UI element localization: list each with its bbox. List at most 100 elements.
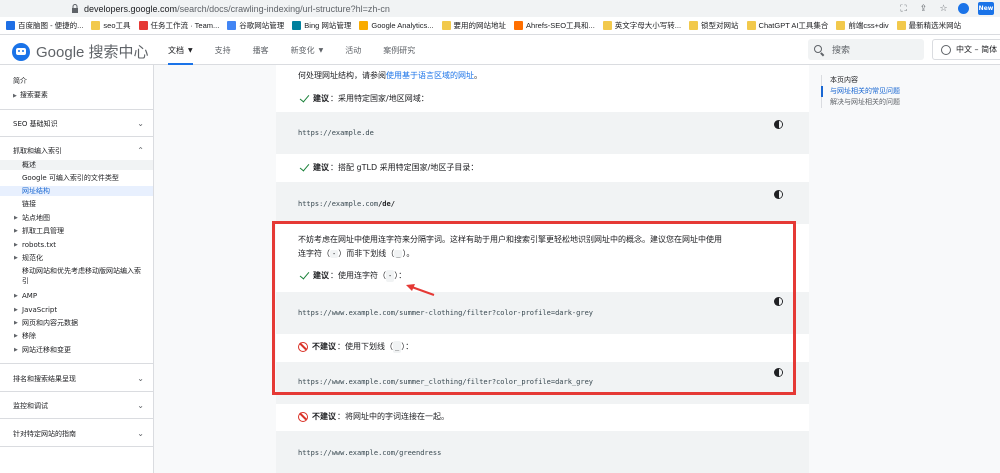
sidebar-subitem-label: 概述 xyxy=(22,161,36,169)
recommend-line-1: 建议 ：采用特定国家/地区网域： xyxy=(298,93,429,105)
language-selector[interactable]: 中文 – 简体 xyxy=(932,39,1000,60)
code-block-5: https://www.example.com/greendress xyxy=(276,431,809,473)
toc-item[interactable]: 解决与网址相关的问题 xyxy=(830,97,981,108)
logo-text: Google 搜索中心 xyxy=(36,44,149,61)
search-icon xyxy=(814,44,824,55)
bookmark-label: 百度脑图 - 便捷的... xyxy=(18,21,84,30)
sidebar-subitem-label: 抓取工具管理 xyxy=(22,227,64,235)
extension-icon[interactable] xyxy=(958,3,969,14)
code-text: https://example.de xyxy=(298,129,374,137)
bookmark-icon xyxy=(836,21,846,30)
toc-item[interactable]: 与网址相关的常见问题 xyxy=(821,86,981,97)
divider xyxy=(0,446,153,447)
sidebar-subitem[interactable]: ▶ 站点地图 xyxy=(0,213,153,223)
bookmark-label: 最新精选米网站 xyxy=(908,21,962,30)
bookmark-label: 英文字母大小写转... xyxy=(614,21,682,30)
bookmark-label: seo工具 xyxy=(103,21,131,30)
sidebar-subitem[interactable]: ▶ 移除 xyxy=(0,331,153,341)
nav-item[interactable]: 新变化 ▼ xyxy=(291,35,324,65)
url-text[interactable]: developers.google.com/search/docs/crawli… xyxy=(84,4,390,14)
sidebar-subitem[interactable]: ▶ JavaScript xyxy=(0,305,153,315)
sidebar-subitem[interactable]: 移动网站和优先考虑移动版网站编入索 xyxy=(0,266,153,276)
sidebar-subitem[interactable]: 引 xyxy=(0,276,153,286)
bookmark-item[interactable]: Ahrefs-SEO工具和... xyxy=(514,20,595,31)
sidebar-subitem[interactable]: 概述 xyxy=(0,160,153,170)
expand-triangle-icon: ▶ xyxy=(14,215,18,221)
sidebar-subitem-label: robots.txt xyxy=(22,241,56,249)
search-input[interactable]: 搜索 xyxy=(808,39,924,60)
bookmark-item[interactable]: 英文字母大小写转... xyxy=(602,20,682,31)
bookmark-item[interactable]: ChatGPT AI工具集合 xyxy=(746,20,828,31)
sidebar-subitem[interactable]: ▶ robots.txt xyxy=(0,240,153,250)
star-icon[interactable]: ☆ xyxy=(938,3,949,14)
bookmark-icon xyxy=(689,21,699,30)
locale-urls-link[interactable]: 使用基于语言区域的网址 xyxy=(386,71,474,80)
nav-item[interactable]: 案例研究 xyxy=(383,35,415,65)
bookmark-item[interactable]: Bing 网站管理 xyxy=(292,20,351,31)
divider xyxy=(0,136,153,137)
sidebar-section-site-specific[interactable]: 针对特定网站的指南 ⌄ xyxy=(0,429,153,439)
sidebar-subitem[interactable]: 链接 xyxy=(0,199,153,209)
bookmark-label: Ahrefs-SEO工具和... xyxy=(526,21,595,30)
bookmark-item[interactable]: 要用的网站地址 xyxy=(441,20,506,31)
sidebar-subitem-label: 移动网站和优先考虑移动版网站编入索 xyxy=(22,267,141,275)
bookmark-icon xyxy=(227,21,237,30)
bookmark-item[interactable]: seo工具 xyxy=(91,20,131,31)
bookmark-item[interactable]: 任务工作流 · Team... xyxy=(138,20,219,31)
lock-icon[interactable] xyxy=(70,4,80,14)
left-sidebar: 简介 ▶ 搜索要素 SEO 基础知识 ⌄ 抓取和编入索引 ⌃ 排名和搜索结果呈现 ⌄ 监… xyxy=(0,65,154,473)
search-central-logo-icon xyxy=(12,42,30,61)
nav-item[interactable]: 支持 xyxy=(215,35,231,65)
sidebar-section-crawling-indexing[interactable]: 抓取和编入索引 ⌃ xyxy=(0,146,153,156)
section-label: 排名和搜索结果呈现 xyxy=(13,375,76,383)
theme-toggle-icon[interactable] xyxy=(774,190,783,199)
code-block-2: https://example.com/de/ xyxy=(276,182,809,224)
address-bar[interactable]: developers.google.com/search/docs/crawli… xyxy=(0,0,1000,17)
sidebar-subitem[interactable]: ▶ AMP xyxy=(0,291,153,301)
bookmark-item[interactable]: 百度脑图 - 便捷的... xyxy=(6,20,83,31)
bookmark-label: Google Analytics... xyxy=(371,21,434,30)
sidebar-subitem[interactable]: ▶ 网站迁移和变更 xyxy=(0,345,153,355)
toc-title: 本页内容 xyxy=(830,76,858,84)
bookmark-icon xyxy=(6,21,15,30)
not-recommend-line-2: 不建议 ：将网址中的字词连接在一起。 xyxy=(298,411,449,423)
sidebar-section-seo-basics[interactable]: SEO 基础知识 ⌄ xyxy=(0,119,153,129)
nav-label: 案例研究 xyxy=(383,45,416,55)
sidebar-section-monitoring[interactable]: 监控和调试 ⌄ xyxy=(0,401,153,411)
new-badge[interactable]: New xyxy=(978,2,994,15)
translate-icon[interactable]: ⛶ xyxy=(898,3,909,14)
highlight-box xyxy=(272,221,796,395)
chevron-down-icon: ⌄ xyxy=(137,374,144,383)
theme-toggle-icon[interactable] xyxy=(774,120,783,129)
sidebar-item-search-essentials[interactable]: ▶ 搜索要素 xyxy=(0,90,48,101)
bookmark-item[interactable]: Google Analytics... xyxy=(359,21,434,30)
divider xyxy=(0,418,153,419)
check-icon xyxy=(298,164,309,172)
sidebar-subitem[interactable]: ▶ 规范化 xyxy=(0,253,153,263)
sidebar-section-ranking[interactable]: 排名和搜索结果呈现 ⌄ xyxy=(0,374,153,384)
prohibited-icon xyxy=(298,412,308,422)
chevron-down-icon: ⌄ xyxy=(137,429,144,438)
divider xyxy=(0,109,153,110)
site-logo[interactable]: Google 搜索中心 xyxy=(12,41,149,62)
bookmark-item[interactable]: 前端css+div xyxy=(836,20,889,31)
share-icon[interactable]: ⇪ xyxy=(918,3,929,14)
sidebar-subitem[interactable]: ▶ 抓取工具管理 xyxy=(0,226,153,236)
expand-triangle-icon: ▶ xyxy=(14,333,18,339)
sidebar-subitem[interactable]: ▶ 网页和内容元数据 xyxy=(0,318,153,328)
sidebar-subitem-label: 网页和内容元数据 xyxy=(22,319,78,327)
bookmark-icon xyxy=(91,21,101,30)
bookmark-item[interactable]: 最新精选米网站 xyxy=(896,20,962,31)
expand-triangle-icon: ▶ xyxy=(14,347,18,353)
bookmark-item[interactable]: 锁型对网站 xyxy=(689,20,739,31)
sidebar-subitem[interactable]: Google 可编入索引的文件类型 xyxy=(0,173,153,183)
bookmark-item[interactable]: 谷歌网站管理 xyxy=(227,20,284,31)
caret-down-icon: ▼ xyxy=(188,46,193,54)
nav-item[interactable]: 活动 xyxy=(345,35,361,65)
section-label: 抓取和编入索引 xyxy=(13,147,62,155)
nav-item[interactable]: 文档 ▼ xyxy=(168,35,193,65)
nav-item[interactable]: 播客 xyxy=(253,35,269,65)
bookmark-icon xyxy=(746,21,756,30)
sidebar-subitem[interactable]: 网址结构 xyxy=(0,186,153,196)
sidebar-item-intro[interactable]: 简介 xyxy=(0,76,27,86)
